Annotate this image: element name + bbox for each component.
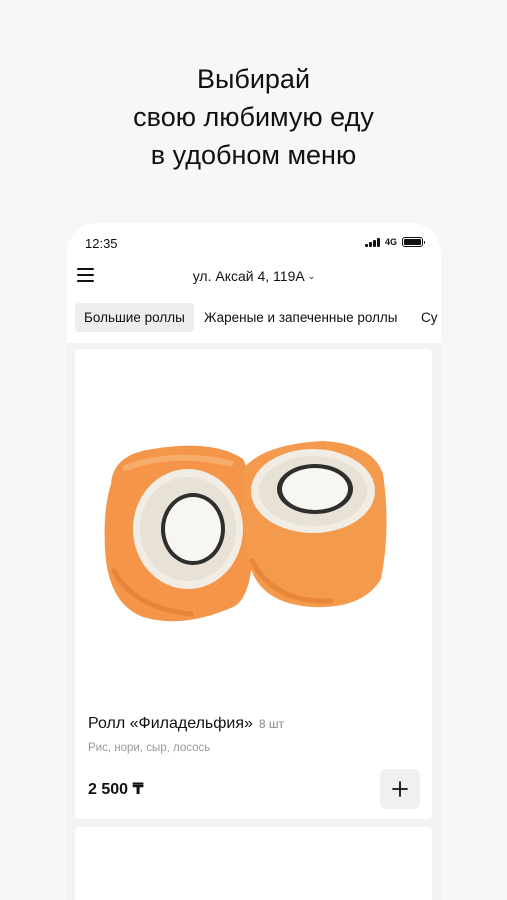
battery-icon <box>402 237 425 247</box>
product-card-next[interactable] <box>75 827 432 900</box>
roll-left <box>104 445 255 622</box>
promo-line-3: в удобном меню <box>150 140 357 170</box>
address-label: ул. Аксай 4, 119А <box>192 268 305 284</box>
plus-icon <box>392 781 408 797</box>
promo-title: Выбирай свою любимую еду в удобном меню <box>0 60 507 174</box>
tab-zharenye-rolly[interactable]: Жареные и запеченные роллы <box>195 303 407 332</box>
chevron-down-icon: ⌄ <box>307 271 316 281</box>
signal-icon <box>365 237 380 247</box>
tab-bolshie-rolly[interactable]: Большие роллы <box>75 303 194 332</box>
app-header: ул. Аксай 4, 119А ⌄ <box>67 263 441 295</box>
product-description: Рис, нори, сыр, лосось <box>88 742 211 754</box>
network-type: 4G <box>384 237 397 247</box>
product-image <box>104 441 387 622</box>
status-icons: 4G <box>365 237 425 247</box>
product-title: Ролл «Филадельфия» <box>88 715 253 732</box>
promo-line-2: свою любимую еду <box>133 102 374 132</box>
promo-line-1: Выбирай <box>196 64 311 94</box>
product-quantity: 8 шт <box>258 717 285 731</box>
product-card[interactable]: Ролл «Филадельфия» 8 шт Рис, нори, сыр, л… <box>75 349 432 819</box>
address-selector[interactable]: ул. Аксай 4, 119А ⌄ <box>67 268 441 284</box>
tab-su[interactable]: Су <box>412 303 441 332</box>
product-price: 2 500 ₸ <box>88 781 144 798</box>
category-tabs: Большие роллы Жареные и запеченные роллы… <box>67 295 441 343</box>
phone-screen: 12:35 4G ул. Аксай 4, 119А ⌄ Большие ролл… <box>67 223 441 900</box>
status-bar: 12:35 4G <box>67 223 441 263</box>
product-name: Ролл «Филадельфия» 8 шт <box>88 715 284 733</box>
app-top-bar: 12:35 4G ул. Аксай 4, 119А ⌄ Большие ролл… <box>67 223 441 343</box>
status-time: 12:35 <box>85 236 118 251</box>
add-to-cart-button[interactable] <box>380 769 420 809</box>
roll-right <box>241 441 387 608</box>
